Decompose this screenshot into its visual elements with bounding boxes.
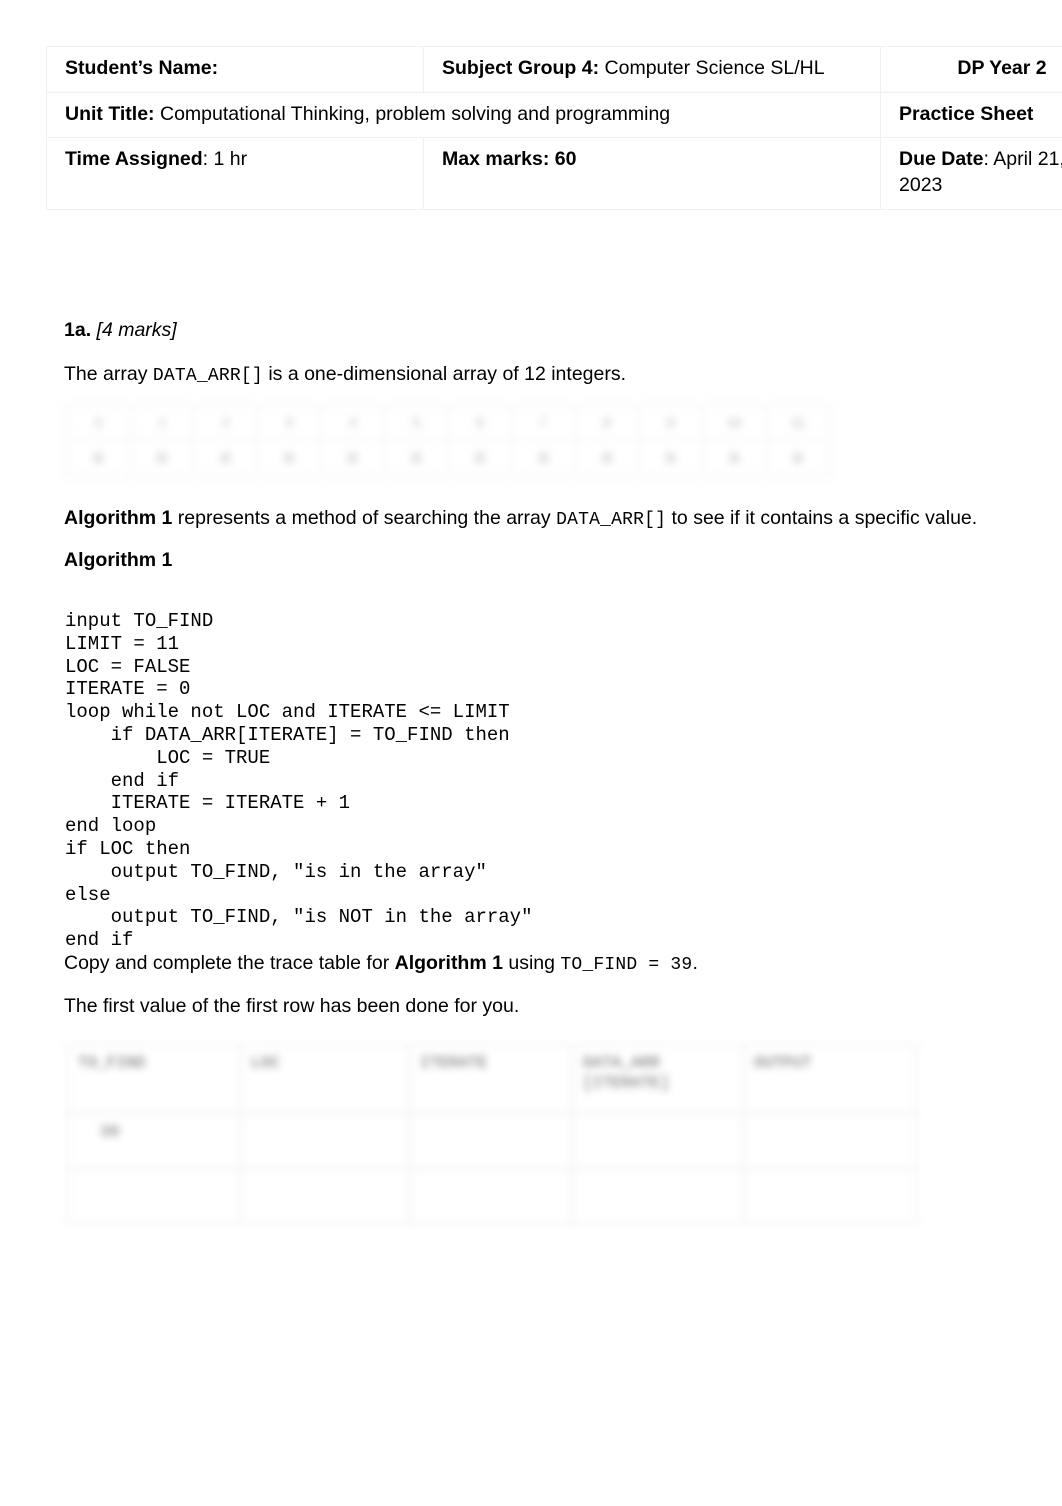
trace-instruction-tofind: TO_FIND = 39	[560, 955, 693, 975]
trace-header-cell: OUTPUT	[743, 1044, 917, 1114]
trace-header-cell: LOC	[240, 1044, 410, 1114]
data-arr-array-table: 0 1 2 3 4 5 6 7 8 9 10 11 0 0 0 0 0 0 0	[66, 404, 831, 477]
array-value-cell: 0	[447, 439, 513, 477]
array-value-cell: 0	[383, 439, 449, 477]
algorithm-reference-name: Algorithm 1	[64, 507, 173, 529]
array-value-cell: 0	[701, 439, 767, 477]
array-index-cell: 0	[66, 404, 131, 440]
header-row-3: Time Assigned: 1 hr Max marks: 60 Due Da…	[46, 137, 1062, 210]
due-date-cell: Due Date: April 21, 2023	[880, 137, 1062, 210]
dp-year-label: DP Year 2	[957, 57, 1047, 79]
trace-instruction-part1: Copy and complete the trace table for	[64, 952, 395, 974]
assignment-header-table: Student’s Name: Subject Group 4: Compute…	[46, 46, 1062, 210]
due-date-label: Due Date	[899, 148, 984, 171]
array-index-cell: 8	[574, 404, 640, 440]
array-value-cell: 0	[66, 439, 131, 477]
data-arr-array-table-redacted: 0 1 2 3 4 5 6 7 8 9 10 11 0 0 0 0 0 0 0	[66, 404, 831, 482]
subject-group-label: Subject Group 4:	[442, 57, 600, 79]
array-value-cell: 0	[574, 439, 640, 477]
algorithm-reference-part2: to see if it contains a specific value.	[666, 507, 978, 529]
trace-cell[interactable]	[572, 1168, 744, 1224]
array-index-cell: 5	[383, 404, 449, 440]
array-value-cell: 0	[765, 439, 831, 477]
algorithm-reference-part1: represents a method of searching the arr…	[172, 507, 557, 529]
array-index-row: 0 1 2 3 4 5 6 7 8 9 10 11	[66, 404, 831, 440]
first-value-note: The first value of the first row has bee…	[64, 995, 520, 1017]
array-value-cell: 0	[129, 439, 195, 477]
subject-group-cell: Subject Group 4: Computer Science SL/HL	[423, 46, 881, 93]
trace-cell[interactable]	[743, 1168, 917, 1224]
array-intro-sentence: The array DATA_ARR[] is a one-dimensiona…	[64, 362, 626, 388]
trace-table-row[interactable]: 39	[67, 1113, 917, 1169]
trace-cell[interactable]	[67, 1168, 241, 1224]
document-page: Student’s Name: Subject Group 4: Compute…	[0, 0, 1062, 1506]
algorithm-reference-sentence: Algorithm 1 represents a method of searc…	[64, 506, 977, 532]
unit-title-label: Unit Title:	[65, 102, 155, 125]
unit-title-cell: Unit Title: Computational Thinking, prob…	[46, 91, 881, 139]
algorithm-heading: Algorithm 1	[64, 549, 173, 571]
array-intro-part1: The array	[64, 363, 153, 385]
dp-year-cell: DP Year 2	[880, 46, 1062, 93]
trace-cell[interactable]: 39	[67, 1113, 241, 1169]
trace-table-header-row: TO_FIND LOC ITERATE DATA_ARR [ITERATE] O…	[67, 1044, 917, 1114]
time-assigned-label: Time Assigned	[65, 148, 203, 171]
trace-cell[interactable]	[743, 1113, 917, 1169]
array-index-cell: 10	[701, 404, 767, 440]
sheet-type-label: Practice Sheet	[899, 102, 1034, 125]
array-index-cell: 7	[511, 404, 576, 440]
trace-instruction-sentence: Copy and complete the trace table for Al…	[64, 951, 698, 977]
trace-instruction-part3: .	[692, 952, 698, 974]
trace-cell[interactable]	[409, 1113, 573, 1169]
array-index-cell: 6	[447, 404, 513, 440]
array-value-cell: 0	[511, 439, 576, 477]
array-index-cell: 9	[638, 404, 703, 440]
trace-header-cell: TO_FIND	[67, 1044, 241, 1114]
array-index-cell: 1	[129, 404, 195, 440]
subject-group-value: Computer Science SL/HL	[599, 57, 825, 79]
trace-cell-value: 39	[100, 1123, 120, 1141]
max-marks-label: Max marks: 60	[442, 148, 577, 171]
array-value-cell: 0	[320, 439, 385, 477]
trace-cell[interactable]	[240, 1168, 410, 1224]
students-name-label: Student’s Name:	[65, 57, 219, 79]
time-assigned-value: : 1 hr	[202, 148, 248, 171]
trace-instruction-part2: using	[502, 952, 561, 974]
array-value-row: 0 0 0 0 0 0 0 0 0 0 0 0	[66, 439, 831, 477]
trace-cell[interactable]	[240, 1113, 410, 1169]
sheet-type-cell: Practice Sheet	[880, 91, 1062, 139]
header-row-1: Student’s Name: Subject Group 4: Compute…	[46, 46, 1062, 93]
array-index-cell: 2	[193, 404, 258, 440]
array-index-cell: 3	[256, 404, 322, 440]
time-assigned-cell: Time Assigned: 1 hr	[46, 137, 424, 210]
array-value-cell: 0	[256, 439, 322, 477]
array-value-cell: 0	[638, 439, 703, 477]
header-row-2: Unit Title: Computational Thinking, prob…	[46, 91, 1062, 139]
question-marks: [4 marks]	[91, 319, 177, 341]
trace-table-row[interactable]	[67, 1168, 917, 1224]
max-marks-cell: Max marks: 60	[423, 137, 881, 210]
trace-table: TO_FIND LOC ITERATE DATA_ARR [ITERATE] O…	[67, 1044, 917, 1224]
array-index-cell: 4	[320, 404, 385, 440]
trace-table-redacted: TO_FIND LOC ITERATE DATA_ARR [ITERATE] O…	[67, 1044, 917, 1224]
algorithm-reference-identifier: DATA_ARR[]	[556, 510, 667, 530]
array-index-cell: 11	[765, 404, 831, 440]
question-number: 1a.	[64, 319, 92, 341]
algorithm-pseudocode: input TO_FIND LIMIT = 11 LOC = FALSE ITE…	[65, 610, 533, 952]
array-intro-part2: is a one-dimensional array of 12 integer…	[262, 363, 627, 385]
trace-instruction-algorithm: Algorithm 1	[394, 952, 503, 974]
array-intro-identifier: DATA_ARR[]	[152, 366, 263, 386]
trace-header-cell: ITERATE	[409, 1044, 573, 1114]
trace-header-cell: DATA_ARR [ITERATE]	[572, 1044, 744, 1114]
trace-cell[interactable]	[572, 1113, 744, 1169]
unit-title-value: Computational Thinking, problem solving …	[154, 102, 671, 125]
question-number-line: 1a. [4 marks]	[64, 318, 177, 343]
array-value-cell: 0	[193, 439, 258, 477]
trace-cell[interactable]	[409, 1168, 573, 1224]
students-name-cell: Student’s Name:	[46, 46, 424, 93]
